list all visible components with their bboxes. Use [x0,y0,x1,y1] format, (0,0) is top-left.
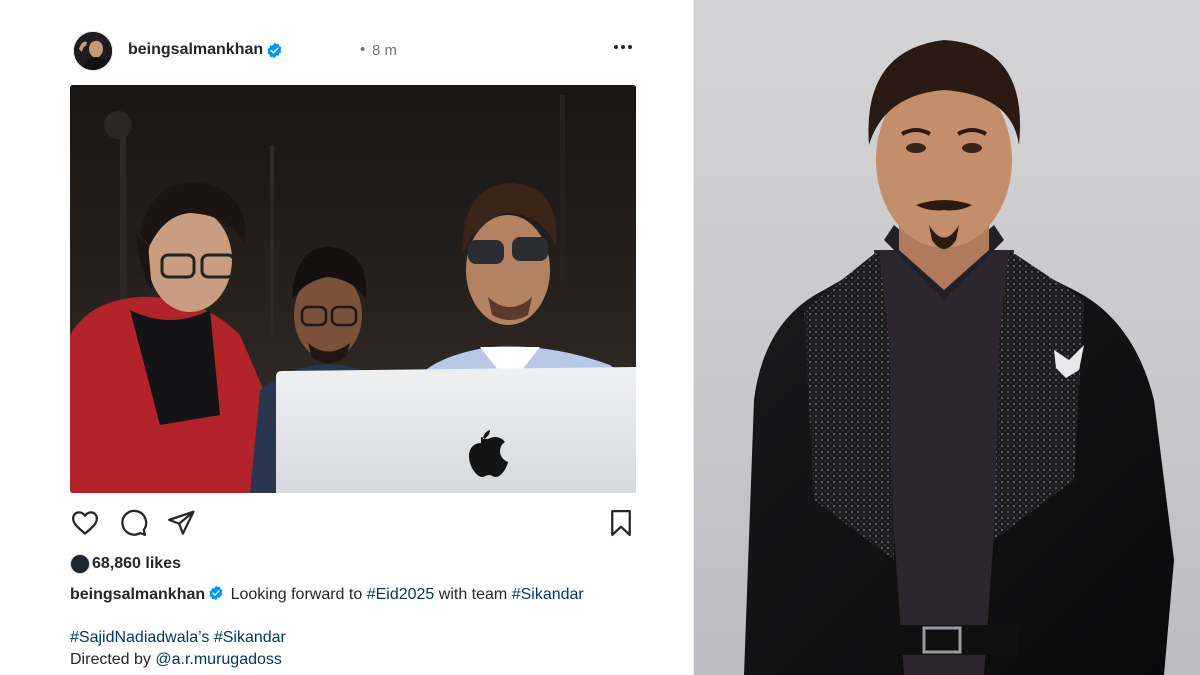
send-icon[interactable] [166,508,196,538]
hashtag-link[interactable]: #Sikandar [214,629,286,646]
caption-line-2: #SajidNadiadwala’s #Sikandar [70,629,286,647]
caption-text: with team [438,586,508,603]
profile-avatar[interactable] [73,31,113,71]
liker-avatar[interactable] [70,554,90,574]
comment-icon[interactable] [118,508,148,538]
post-actions [70,508,636,538]
verified-badge-icon [266,42,283,59]
caption-text: Looking forward to [230,586,363,603]
likes-count[interactable]: 68,860 likes [92,555,181,573]
verified-badge-icon [208,585,224,601]
caption-line-3: Directed by @a.r.murugadoss [70,651,282,669]
hashtag-link[interactable]: #SajidNadiadwala’s [70,629,209,646]
portrait-photo [694,0,1200,675]
bookmark-icon[interactable] [606,508,636,538]
post-time: 8 m [372,42,398,59]
caption-text: Directed by [70,651,151,668]
post-header: beingsalmankhan • 8 m [73,31,635,71]
caption-username[interactable]: beingsalmankhan [70,586,205,603]
hashtag-link[interactable]: #Eid2025 [367,586,435,603]
post-photo[interactable] [70,85,636,493]
heart-icon[interactable] [70,508,100,538]
post-caption: beingsalmankhan Looking forward to #Eid2… [70,585,670,604]
mention-link[interactable]: @a.r.murugadoss [155,651,282,668]
hashtag-link[interactable]: #Sikandar [512,586,584,603]
post-username[interactable]: beingsalmankhan [128,41,263,59]
more-options-icon[interactable] [611,35,635,59]
instagram-post: beingsalmankhan • 8 m 68,860 likes being… [0,0,694,675]
time-separator: • [360,41,366,58]
